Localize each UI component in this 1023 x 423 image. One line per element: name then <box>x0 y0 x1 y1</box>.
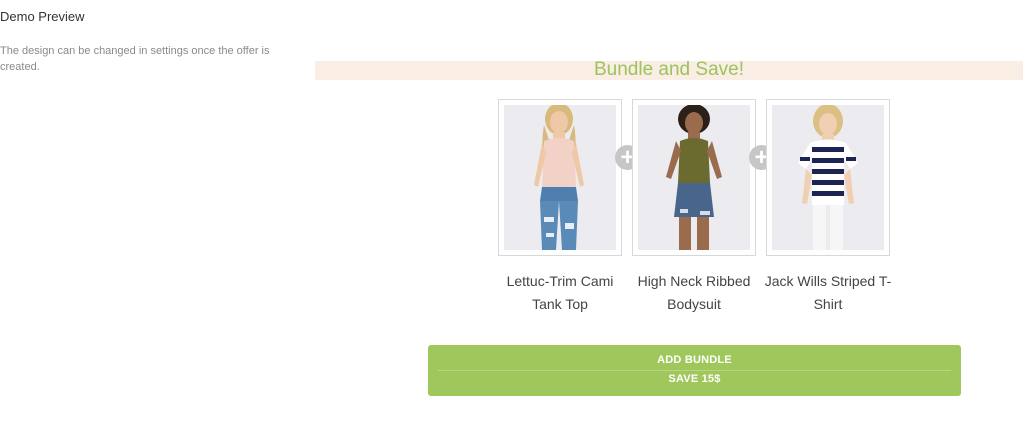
add-bundle-button[interactable]: ADD BUNDLE SAVE 15$ <box>428 345 961 396</box>
product-card[interactable] <box>498 99 622 256</box>
product-card[interactable] <box>766 99 890 256</box>
product-image[interactable] <box>504 105 616 250</box>
product-name[interactable]: Jack Wills Striped T-Shirt <box>763 270 893 316</box>
bundle-heading: Bundle and Save! <box>593 59 744 80</box>
demo-title: Demo Preview <box>0 9 85 24</box>
add-bundle-label: ADD BUNDLE <box>657 354 732 366</box>
product-name[interactable]: High Neck Ribbed Bodysuit <box>629 270 759 316</box>
demo-description: The design can be changed in settings on… <box>0 45 270 73</box>
product-card[interactable] <box>632 99 756 256</box>
bundle-banner: Bundle and Save! <box>315 59 1023 80</box>
save-amount-label: SAVE 15$ <box>668 373 721 385</box>
product-name[interactable]: Lettuc-Trim Cami Tank Top <box>495 270 625 316</box>
button-divider <box>438 370 951 371</box>
product-image[interactable] <box>772 105 884 250</box>
product-image[interactable] <box>638 105 750 250</box>
